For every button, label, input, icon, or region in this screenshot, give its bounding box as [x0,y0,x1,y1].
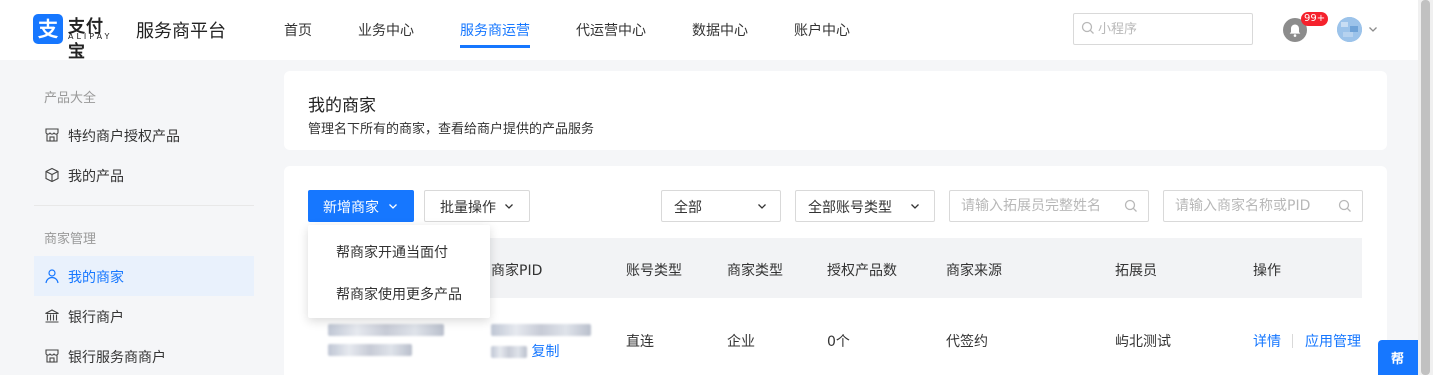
alipay-logo-subtitle: ALIPAY [68,32,113,41]
avatar[interactable] [1337,17,1362,42]
header-search-input[interactable] [1098,18,1248,40]
merchant-pid-redacted [491,322,591,338]
column-account-type: 账号类型 [626,263,682,279]
search-icon[interactable] [1124,199,1138,213]
scrollbar[interactable] [1418,0,1433,375]
sidebar-item-bank-service-merchants[interactable]: 银行服务商商户 [34,336,254,375]
account-type-cell: 直连 [626,334,654,350]
merchant-name-redacted [328,322,444,338]
platform-title: 服务商平台 [136,21,226,42]
sidebar-item-label: 银行服务商商户 [68,350,166,366]
avatar-image [1337,17,1362,42]
cube-icon [45,167,59,183]
merchant-search[interactable] [1163,190,1363,222]
detail-link[interactable]: 详情 [1253,331,1281,351]
sidebar-item-label: 银行商户 [68,310,124,326]
nav-service-operations[interactable]: 服务商运营 [460,20,530,40]
sidebar-divider [34,205,254,206]
sidebar-item-label: 我的商家 [68,270,124,286]
chevron-down-icon [758,204,766,209]
help-button[interactable]: 帮 [1378,340,1418,375]
merchant-name-redacted [328,342,412,358]
nav-active-indicator [460,45,530,48]
add-merchant-label: 新增商家 [323,200,379,216]
chevron-down-icon [505,204,513,209]
sidebar-item-bank-merchants[interactable]: 银行商户 [34,296,254,336]
scrollbar-thumb[interactable] [1421,0,1430,375]
add-merchant-button[interactable]: 新增商家 [308,190,414,222]
merchant-pid-redacted [491,346,527,358]
column-merchant-type: 商家类型 [727,263,783,279]
store-icon [45,128,59,142]
nav-agency-center[interactable]: 代运营中心 [576,20,646,40]
dropdown-item-more-products[interactable]: 帮商家使用更多产品 [336,284,462,304]
column-merchant-pid: 商家PID [491,263,543,279]
merchant-pid-cell: 复制 [491,341,559,361]
chevron-down-icon[interactable] [1368,24,1378,34]
status-filter-value: 全部 [674,200,702,216]
notification-badge: 99+ [1301,12,1329,26]
nav-home[interactable]: 首页 [284,20,312,40]
intro-card: 我的商家 管理名下所有的商家，查看给商户提供的产品服务 [284,71,1387,150]
merchant-search-input[interactable] [1175,196,1325,216]
sidebar-item-my-merchants[interactable]: 我的商家 [34,256,254,296]
account-type-filter-select[interactable]: 全部账号类型 [795,190,935,222]
chevron-down-icon [911,204,919,209]
status-filter-select[interactable]: 全部 [661,190,781,222]
column-product-count: 授权产品数 [827,263,897,279]
expander-name-input[interactable] [961,196,1111,216]
expander-cell: 屿北测试 [1115,334,1171,350]
help-label: 帮 [1391,352,1405,367]
search-icon [1081,21,1094,34]
sidebar-section-merchants: 商家管理 [44,232,97,247]
user-icon [45,269,59,284]
sidebar-section-products: 产品大全 [44,91,97,106]
add-merchant-dropdown: 帮商家开通当面付 帮商家使用更多产品 [308,225,490,318]
merchant-source-cell: 代签约 [946,334,988,350]
sidebar-item-label: 特约商户授权产品 [68,129,180,145]
sidebar-item-label: 我的产品 [68,169,124,185]
expander-name-search[interactable] [949,190,1149,222]
search-icon[interactable] [1338,199,1352,213]
nav-account-center[interactable]: 账户中心 [794,20,850,40]
action-separator [1292,334,1293,348]
nav-data-center[interactable]: 数据中心 [692,20,748,40]
product-count-cell: 0个 [827,334,850,350]
dropdown-item-open-face-pay[interactable]: 帮商家开通当面付 [336,242,448,262]
top-bar: 支 支付宝 ALIPAY 服务商平台 首页 业务中心 服务商运营 代运营中心 数… [0,0,1418,62]
alipay-logo-mark: 支 [33,14,63,44]
account-type-filter-value: 全部账号类型 [808,200,892,216]
page-title: 我的商家 [308,96,376,116]
sidebar-item-authorized-products[interactable]: 特约商户授权产品 [34,115,254,155]
merchant-type-cell: 企业 [727,334,755,350]
chevron-down-icon [389,204,397,209]
column-expander: 拓展员 [1115,263,1157,279]
nav-business-center[interactable]: 业务中心 [358,20,414,40]
alipay-logo[interactable]: 支 支付宝 ALIPAY [33,13,119,62]
app-management-link[interactable]: 应用管理 [1305,331,1361,351]
bank-icon [45,309,59,323]
batch-operation-label: 批量操作 [440,200,496,216]
store-icon [45,349,59,363]
page-description: 管理名下所有的商家，查看给商户提供的产品服务 [308,122,595,137]
column-merchant-source: 商家来源 [946,263,1002,279]
column-actions: 操作 [1253,263,1281,279]
sidebar: 产品大全 特约商户授权产品 我的产品 商家管理 我的商家 银行商户 银行服务商商… [0,60,270,375]
copy-pid-link[interactable]: 复制 [531,344,559,360]
batch-operation-button[interactable]: 批量操作 [424,190,530,222]
sidebar-item-my-products[interactable]: 我的产品 [34,155,254,195]
header-search[interactable] [1073,13,1253,45]
